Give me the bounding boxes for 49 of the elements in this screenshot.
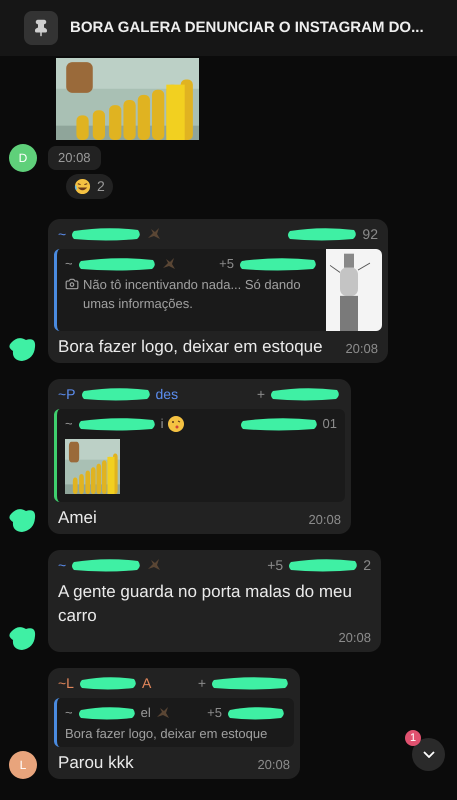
sender-name-fragment: ~ (65, 704, 73, 722)
message-time: 20:08 (307, 511, 341, 529)
pinned-message-bar[interactable]: BORA GALERA DENUNCIAR O INSTAGRAM DO... (0, 0, 457, 56)
sender-name-fragment: ~ (65, 255, 73, 274)
quoted-text: Não tô incentivando nada... Só dando umas informações. (83, 276, 302, 313)
pinned-message-text: BORA GALERA DENUNCIAR O INSTAGRAM DO... (70, 18, 424, 38)
sender-name-fragment: ~ (58, 224, 66, 244)
sender-name-fragment: ~L (58, 674, 74, 692)
unread-badge: 1 (405, 730, 421, 746)
sender-name-fragment: ~P (58, 384, 76, 404)
quoted-message[interactable]: ~ +5 Não tô incentivando nada... Só dando umas informações. (54, 249, 382, 331)
quoted-message[interactable]: ~ i 01 (54, 409, 345, 502)
redacted-avatar[interactable] (8, 506, 38, 534)
reaction-count: 2 (97, 177, 105, 196)
kiss-emoji-icon (167, 415, 186, 433)
message-text: Amei (58, 507, 97, 529)
message-text: Bora fazer logo, deixar em estoque (58, 336, 323, 358)
message-time: 20:08 (337, 629, 371, 647)
sender-name-fragment: A (142, 674, 152, 692)
laughing-emoji-icon (74, 178, 91, 195)
redaction-mark (76, 705, 137, 721)
sender-name-fragment: ~ (65, 415, 73, 434)
redaction-mark (226, 705, 286, 721)
sender-name-fragment: 92 (362, 224, 378, 244)
quoted-text: Bora fazer logo, deixar em estoque (65, 725, 268, 743)
sender-name-fragment: + (256, 384, 265, 404)
message-text: A gente guarda no porta malas do meu carro (58, 581, 353, 627)
message-time: 20:08 (256, 756, 290, 774)
message-text: Parou kkk (58, 752, 134, 774)
sender-name-fragment: des (156, 384, 178, 404)
redaction-mark (78, 675, 138, 691)
redacted-avatar[interactable] (8, 624, 38, 652)
chevron-down-icon (422, 751, 434, 758)
pin-icon (32, 19, 50, 37)
sender-name-fragment: +5 (267, 556, 284, 574)
redacted-avatar[interactable] (8, 335, 38, 363)
sender-name-fragment: i (160, 415, 164, 434)
sender-name-fragment: ~ (58, 556, 66, 574)
sender-name-fragment: 2 (363, 556, 371, 574)
sender-name-fragment: + (198, 674, 206, 692)
time-pill: 20:08 (48, 146, 101, 170)
quoted-message[interactable]: ~ el +5 Bora fazer logo, deixar em estoque (54, 698, 294, 747)
sender-name-fragment: +5 (219, 255, 234, 274)
message-time: 20:08 (344, 340, 378, 358)
sender-name-fragment: +5 (207, 704, 222, 722)
redaction-mark (269, 386, 341, 402)
sender-name-fragment: el (140, 704, 151, 722)
sender-name-fragment: 01 (322, 415, 337, 434)
reaction-pill[interactable]: 2 (66, 174, 113, 199)
